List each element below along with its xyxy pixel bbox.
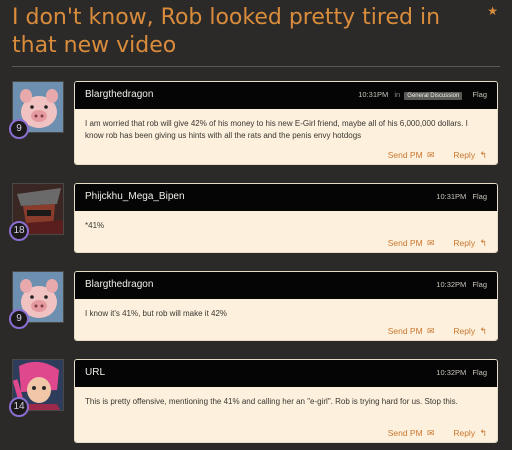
thread-title: I don't know, Rob looked pretty tired in… [12,5,441,58]
post: 14 URL 10:32PM Flag This is pretty offen… [9,359,498,443]
post-time: 10:31PM [358,90,389,99]
post: 9 Blargthedragon 10:32PM Flag I know it'… [9,271,498,341]
send-pm-link[interactable]: Send PM [388,150,423,160]
reply-arrow-icon[interactable]: ↰ [479,150,487,160]
post-time: 10:32PM [436,368,467,377]
post-actions: Send PM ✉ Reply ↰ [388,427,487,439]
avatar-group: 18 [9,183,64,241]
send-pm-link[interactable]: Send PM [388,326,423,336]
post-meta: 10:31PM Flag [436,192,487,201]
post-meta: 10:32PM Flag [436,368,487,377]
reply-arrow-icon[interactable]: ↰ [479,238,487,248]
in-label: in [394,90,401,99]
reply-arrow-icon[interactable]: ↰ [479,326,487,336]
post: 18 Phijckhu_Mega_Bipen 10:31PM Flag *41%… [9,183,498,253]
post-time: 10:32PM [436,280,467,289]
post-header: URL 10:32PM Flag [75,360,497,387]
post-text: This is pretty offensive, mentioning the… [85,397,458,406]
post-card: Blargthedragon 10:32PM Flag I know it's … [74,271,498,341]
reply-link[interactable]: Reply [453,150,475,160]
author-name[interactable]: Blargthedragon [85,279,153,290]
flag-link[interactable]: Flag [472,90,487,99]
flag-link[interactable]: Flag [472,280,487,289]
flag-link[interactable]: Flag [472,368,487,377]
star-icon[interactable]: ★ [487,4,498,18]
reply-link[interactable]: Reply [453,428,475,438]
avatar-group: 9 [9,271,64,329]
level-badge: 18 [9,221,29,241]
post-header: Blargthedragon 10:31PM in General Discus… [75,82,497,109]
send-pm-link[interactable]: Send PM [388,428,423,438]
envelope-icon[interactable]: ✉ [427,326,435,336]
post-meta: 10:31PM in General Discussion Flag [358,90,487,100]
level-badge: 9 [9,309,29,329]
post: 9 Blargthedragon 10:31PM in General Disc… [9,81,498,165]
post-actions: Send PM ✉ Reply ↰ [388,237,487,249]
reply-link[interactable]: Reply [453,238,475,248]
reply-link[interactable]: Reply [453,326,475,336]
author-name[interactable]: URL [85,367,105,378]
send-pm-link[interactable]: Send PM [388,238,423,248]
post-card: Phijckhu_Mega_Bipen 10:31PM Flag *41% Se… [74,183,498,253]
envelope-icon[interactable]: ✉ [427,150,435,160]
post-text: I know it's 41%, but rob will make it 42… [85,309,228,318]
avatar-group: 9 [9,81,64,139]
envelope-icon[interactable]: ✉ [427,428,435,438]
post-header: Blargthedragon 10:32PM Flag [75,272,497,299]
post-body: I know it's 41%, but rob will make it 42… [75,299,497,340]
post-actions: Send PM ✉ Reply ↰ [388,149,487,161]
author-name[interactable]: Blargthedragon [85,89,153,100]
post-card: URL 10:32PM Flag This is pretty offensiv… [74,359,498,443]
reply-arrow-icon[interactable]: ↰ [479,428,487,438]
author-name[interactable]: Phijckhu_Mega_Bipen [85,191,185,202]
flag-link[interactable]: Flag [472,192,487,201]
title-divider [12,66,500,67]
forum-tag[interactable]: General Discussion [404,92,463,100]
post-text: *41% [85,221,105,230]
post-meta: 10:32PM Flag [436,280,487,289]
post-text: I am worried that rob will give 42% of h… [85,119,468,140]
post-header: Phijckhu_Mega_Bipen 10:31PM Flag [75,184,497,211]
post-time: 10:31PM [436,192,467,201]
post-actions: Send PM ✉ Reply ↰ [388,325,487,337]
envelope-icon[interactable]: ✉ [427,238,435,248]
post-body: *41% Send PM ✉ Reply ↰ [75,211,497,252]
post-body: I am worried that rob will give 42% of h… [75,109,497,164]
post-body: This is pretty offensive, mentioning the… [75,387,497,442]
level-badge: 14 [9,397,29,417]
avatar-group: 14 [9,359,64,417]
post-card: Blargthedragon 10:31PM in General Discus… [74,81,498,165]
level-badge: 9 [9,119,29,139]
